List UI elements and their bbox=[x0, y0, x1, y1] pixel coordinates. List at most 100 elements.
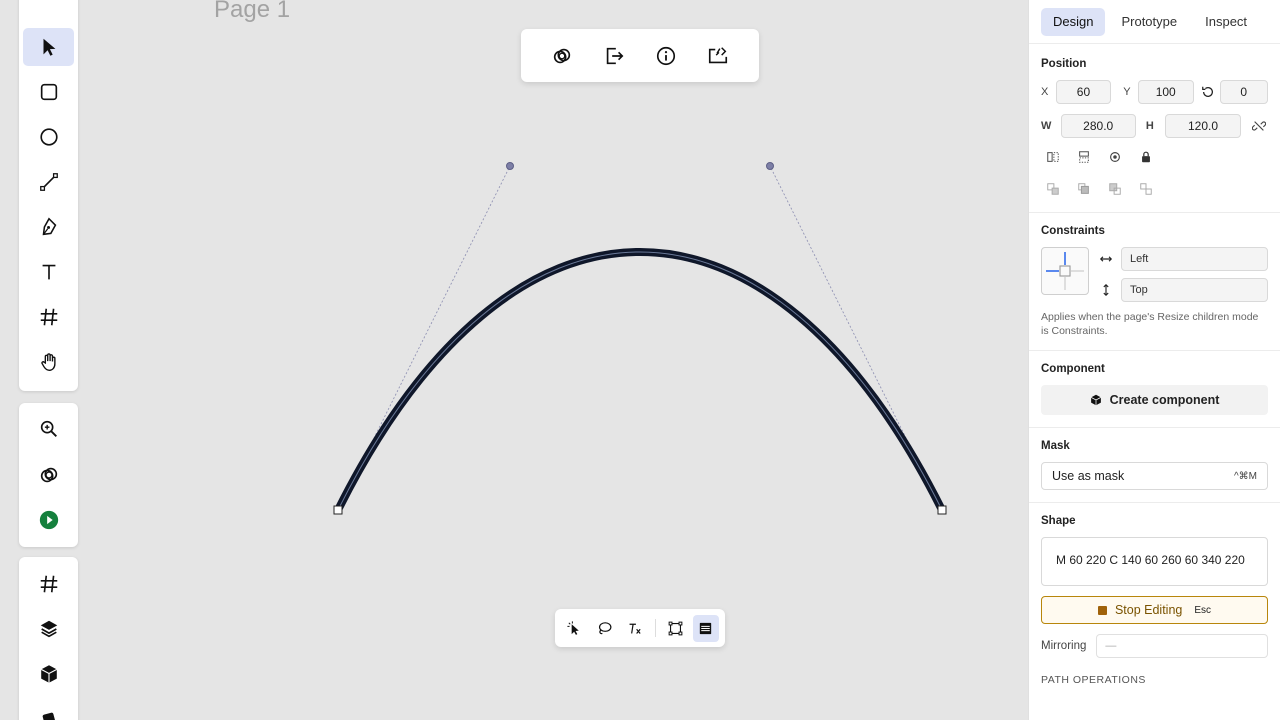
layers-panel-button[interactable] bbox=[23, 610, 74, 648]
anchor-point-end bbox=[937, 505, 947, 515]
constraints-widget[interactable] bbox=[1041, 247, 1089, 295]
pen-tool[interactable] bbox=[23, 208, 74, 246]
code-button[interactable] bbox=[703, 41, 733, 71]
zoom-tool[interactable] bbox=[23, 410, 74, 448]
hand-icon bbox=[40, 353, 56, 371]
selection-toolbar bbox=[521, 29, 759, 82]
lasso-icon bbox=[598, 621, 612, 634]
text-tool[interactable] bbox=[23, 253, 74, 291]
height-input[interactable]: 120.0 bbox=[1165, 114, 1241, 138]
toolbar-divider bbox=[654, 619, 656, 637]
stop-editing-label: Stop Editing bbox=[1114, 603, 1183, 617]
line-tool[interactable] bbox=[23, 163, 74, 201]
send-backward-icon[interactable] bbox=[1106, 180, 1124, 198]
control-handle-right bbox=[766, 162, 774, 170]
rotation-input[interactable]: 0 bbox=[1219, 80, 1268, 104]
code-icon bbox=[708, 46, 728, 63]
path-data-textarea[interactable]: M 60 220 C 140 60 260 60 340 220 bbox=[1041, 537, 1268, 586]
horizontal-arrows-icon bbox=[1097, 250, 1115, 268]
x-label: X bbox=[1041, 86, 1049, 98]
export-icon bbox=[606, 47, 624, 64]
tab-design[interactable]: Design bbox=[1041, 8, 1106, 36]
lock-icon[interactable] bbox=[1137, 148, 1155, 166]
select-tool[interactable] bbox=[23, 28, 74, 66]
ellipse-tool[interactable] bbox=[23, 118, 74, 156]
transform-button[interactable] bbox=[663, 615, 689, 642]
y-label: Y bbox=[1123, 86, 1131, 98]
design-canvas[interactable]: Page 1 bbox=[0, 0, 1028, 720]
view-tools-panel bbox=[19, 403, 78, 547]
boolean-ops-button[interactable] bbox=[547, 41, 577, 71]
stroke-icon bbox=[700, 622, 712, 634]
text-icon bbox=[42, 264, 55, 280]
cube-icon bbox=[40, 665, 57, 683]
app-logo-icon bbox=[37, 0, 59, 4]
esc-shortcut: Esc bbox=[1194, 604, 1212, 616]
path-overlay[interactable] bbox=[0, 0, 1028, 720]
flip-horizontal-icon[interactable] bbox=[1044, 148, 1062, 166]
create-component-label: Create component bbox=[1109, 393, 1220, 407]
rotation-icon bbox=[1200, 83, 1216, 101]
boolean-tool[interactable] bbox=[23, 456, 74, 494]
frame-tool[interactable] bbox=[23, 298, 74, 336]
mask-shortcut: ^⌘M bbox=[1233, 470, 1257, 482]
info-icon bbox=[656, 46, 676, 65]
zoom-icon bbox=[40, 420, 57, 437]
assets-icon bbox=[42, 712, 55, 720]
assets-panel-button[interactable] bbox=[23, 700, 74, 720]
flip-vertical-icon[interactable] bbox=[1075, 148, 1093, 166]
stop-editing-button[interactable]: Stop Editing Esc bbox=[1041, 596, 1268, 624]
pen-icon bbox=[42, 217, 56, 236]
boolean-rings-icon bbox=[40, 467, 57, 483]
use-as-mask-button[interactable]: Use as mask ^⌘M bbox=[1041, 462, 1268, 490]
boolean-ops-icon bbox=[553, 48, 571, 63]
vertical-arrows-icon bbox=[1097, 281, 1115, 299]
bezier-path-highlight bbox=[337, 251, 943, 511]
components-panel-button[interactable] bbox=[23, 655, 74, 693]
inspector-panel: Design Prototype Inspect Position X 60 Y… bbox=[1028, 0, 1280, 720]
stroke-button[interactable] bbox=[692, 614, 719, 642]
tools-panel bbox=[19, 0, 78, 391]
bezier-path bbox=[334, 248, 946, 512]
mask-section: Mask Use as mask ^⌘M bbox=[1029, 428, 1280, 503]
frames-panel-button[interactable] bbox=[23, 565, 74, 603]
target-icon[interactable] bbox=[1106, 148, 1124, 166]
stop-square-icon bbox=[1097, 605, 1107, 615]
constraints-section: Constraints Left Top Applies when the pa… bbox=[1029, 213, 1280, 351]
shape-section: Shape M 60 220 C 140 60 260 60 340 220 S… bbox=[1029, 503, 1280, 698]
vertical-constraint-select[interactable]: Top bbox=[1121, 278, 1268, 302]
bring-forward-icon[interactable] bbox=[1044, 180, 1062, 198]
align-icons-row bbox=[1041, 148, 1268, 166]
line-icon bbox=[39, 173, 58, 191]
select-point-button[interactable] bbox=[561, 615, 587, 642]
mirroring-select[interactable]: — bbox=[1096, 634, 1268, 658]
unlink-proportions-icon[interactable] bbox=[1251, 117, 1268, 135]
play-icon bbox=[39, 510, 58, 530]
x-input[interactable]: 60 bbox=[1055, 80, 1112, 104]
pen-edit-button[interactable] bbox=[621, 615, 647, 642]
component-section: Component Create component bbox=[1029, 351, 1280, 428]
mirroring-label: Mirroring bbox=[1041, 640, 1087, 652]
constraints-title: Constraints bbox=[1041, 225, 1105, 237]
select-point-icon bbox=[567, 620, 579, 635]
play-tool[interactable] bbox=[23, 501, 74, 539]
path-operations-label: PATH OPERATIONS bbox=[1041, 674, 1146, 686]
horizontal-constraint-select[interactable]: Left bbox=[1121, 247, 1268, 271]
bring-to-front-icon[interactable] bbox=[1075, 180, 1093, 198]
component-cube-icon bbox=[1090, 394, 1101, 406]
ellipse-icon bbox=[39, 128, 58, 146]
y-input[interactable]: 100 bbox=[1137, 80, 1194, 104]
tab-prototype[interactable]: Prototype bbox=[1109, 8, 1189, 36]
constraints-note: Applies when the page's Resize children … bbox=[1041, 311, 1259, 337]
width-input[interactable]: 280.0 bbox=[1060, 114, 1136, 138]
tab-inspect[interactable]: Inspect bbox=[1193, 8, 1259, 36]
send-to-back-icon[interactable] bbox=[1137, 180, 1155, 198]
lasso-button[interactable] bbox=[591, 615, 617, 642]
create-component-button[interactable]: Create component bbox=[1041, 385, 1268, 415]
info-button[interactable] bbox=[651, 41, 681, 71]
mask-title: Mask bbox=[1041, 440, 1070, 452]
control-handle-left bbox=[506, 162, 514, 170]
rectangle-tool[interactable] bbox=[23, 73, 74, 111]
export-button[interactable] bbox=[599, 41, 629, 71]
hand-tool[interactable] bbox=[23, 343, 74, 381]
